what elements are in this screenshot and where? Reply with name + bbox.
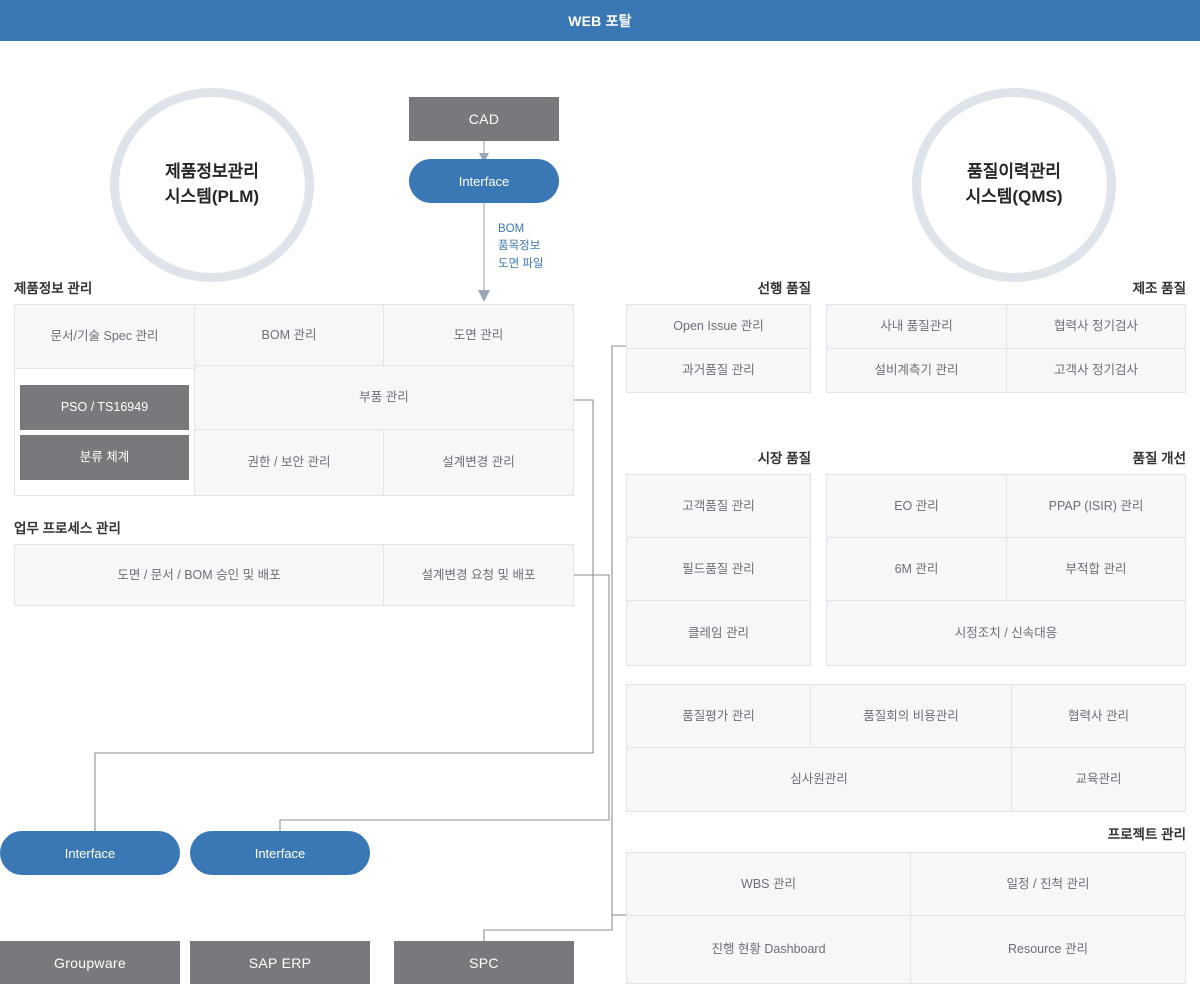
section-title-project: 프로젝트 관리 [1107,827,1186,842]
cell-supplier-mgmt[interactable]: 협력사 관리 [1011,684,1186,748]
cell-progress-dashboard[interactable]: 진행 현황 Dashboard [626,915,911,984]
quality-improve-grid: EO 관리 PPAP (ISIR) 관리 6M 관리 부적합 관리 시정조치 /… [826,474,1186,666]
project-grid: WBS 관리 일정 / 진척 관리 진행 현황 Dashboard Resour… [626,852,1186,984]
cad-flow-line2: 품목정보 [498,240,541,253]
cad-label: CAD [468,111,500,127]
qms-circle: 품질이력관리 시스템(QMS) [912,88,1116,282]
manufacture-quality-grid: 사내 품질관리 협력사 정기검사 설비계측기 관리 고객사 정기검사 [826,304,1186,393]
cell-6m[interactable]: 6M 관리 [826,537,1007,601]
cell-customer-quality[interactable]: 고객품질 관리 [626,474,811,538]
cell-schedule-progress[interactable]: 일정 / 진척 관리 [910,852,1186,916]
cell-pso-ts16949[interactable]: PSO / TS16949 [20,385,189,430]
process-grid: 도면 / 문서 / BOM 승인 및 배포 설계변경 요청 및 배포 [14,544,574,606]
interface-pill-left-label: Interface [64,845,116,861]
cell-resource[interactable]: Resource 관리 [910,915,1186,984]
plm-circle-line2: 시스템(PLM) [164,187,260,206]
cell-claim[interactable]: 클레임 관리 [626,600,811,666]
cell-wbs[interactable]: WBS 관리 [626,852,911,916]
section-title-process: 업무 프로세스 관리 [14,521,121,536]
section-title-product-info: 제품정보 관리 [14,281,93,296]
cell-part[interactable]: 부품 관리 [194,365,574,430]
plm-circle-line1: 제품정보관리 [165,162,259,182]
interface-pill-mid-label: Interface [254,845,306,861]
cell-bom[interactable]: BOM 관리 [194,304,384,366]
cell-change-request[interactable]: 설계변경 요청 및 배포 [383,544,574,606]
cad-interface-pill[interactable]: Interface [409,159,559,203]
cad-flow-line3: 도면 파일 [498,257,544,270]
cell-internal-quality[interactable]: 사내 품질관리 [826,304,1007,349]
quality-common-grid: 품질평가 관리 품질회의 비용관리 협력사 관리 심사원관리 교육관리 [626,684,1186,812]
cell-supplier-inspection[interactable]: 협력사 정기검사 [1006,304,1186,349]
cell-auth-security[interactable]: 권한 / 보안 관리 [194,429,384,496]
cell-open-issue[interactable]: Open Issue 관리 [626,304,811,349]
cell-nonconformance[interactable]: 부적합 관리 [1006,537,1186,601]
cad-interface-label: Interface [458,173,510,189]
interface-pill-mid[interactable]: Interface [190,831,370,875]
cell-design-change[interactable]: 설계변경 관리 [383,429,574,496]
web-portal-title: WEB 포탈 [568,12,632,29]
system-box-groupware[interactable]: Groupware [0,941,180,984]
cell-drawing[interactable]: 도면 관리 [383,304,574,366]
system-box-sap-erp[interactable]: SAP ERP [190,941,370,984]
cell-classification[interactable]: 분류 체계 [20,435,189,480]
cell-auditor-mgmt[interactable]: 심사원관리 [626,747,1012,812]
web-portal-header: WEB 포탈 [0,0,1200,41]
system-box-spc[interactable]: SPC [394,941,574,984]
arrowhead-interface [478,290,490,302]
cell-quality-evaluation[interactable]: 품질평가 관리 [626,684,811,748]
diagram-canvas: WEB 포탈 제품정보관리 시스템(PLM) 품질이력관리 시스템(QMS) C… [0,0,1200,984]
market-quality-grid: 고객품질 관리 필드품질 관리 클레임 관리 [626,474,811,666]
qms-circle-line1: 품질이력관리 [967,162,1061,182]
qms-circle-line2: 시스템(QMS) [965,187,1063,206]
cad-flow-line1: BOM [498,223,525,235]
system-box-spc-label: SPC [469,954,499,971]
cell-quality-meeting-cost[interactable]: 품질회의 비용관리 [810,684,1012,748]
system-box-groupware-label: Groupware [54,954,126,971]
section-title-manufacture-quality: 제조 품질 [1132,281,1186,296]
system-box-sap-erp-label: SAP ERP [248,954,312,971]
cell-customer-inspection[interactable]: 고객사 정기검사 [1006,348,1186,393]
cell-education-mgmt[interactable]: 교육관리 [1011,747,1186,812]
cad-flow-annotation: BOM 품목정보 도면 파일 [498,221,544,273]
cell-past-quality[interactable]: 과거품질 관리 [626,348,811,393]
cell-corrective-action[interactable]: 시정조치 / 신속대응 [826,600,1186,666]
cell-equipment-gauge[interactable]: 설비계측기 관리 [826,348,1007,393]
cell-field-quality[interactable]: 필드품질 관리 [626,537,811,601]
cell-doc-spec[interactable]: 문서/기술 Spec 관리 [14,304,195,369]
cell-eo[interactable]: EO 관리 [826,474,1007,538]
interface-pill-left[interactable]: Interface [0,831,180,875]
cell-approve-distribute[interactable]: 도면 / 문서 / BOM 승인 및 배포 [14,544,384,606]
product-info-grid: 문서/기술 Spec 관리 PSO / TS16949 분류 체계 BOM 관리… [14,304,574,496]
plm-circle: 제품정보관리 시스템(PLM) [110,88,314,282]
cad-system-box[interactable]: CAD [409,97,559,141]
section-title-quality-improve: 품질 개선 [1132,451,1186,466]
section-title-advance-quality: 선행 품질 [757,281,811,296]
section-title-market-quality: 시장 품질 [757,451,811,466]
advance-quality-grid: Open Issue 관리 과거품질 관리 [626,304,811,393]
cell-ppap[interactable]: PPAP (ISIR) 관리 [1006,474,1186,538]
